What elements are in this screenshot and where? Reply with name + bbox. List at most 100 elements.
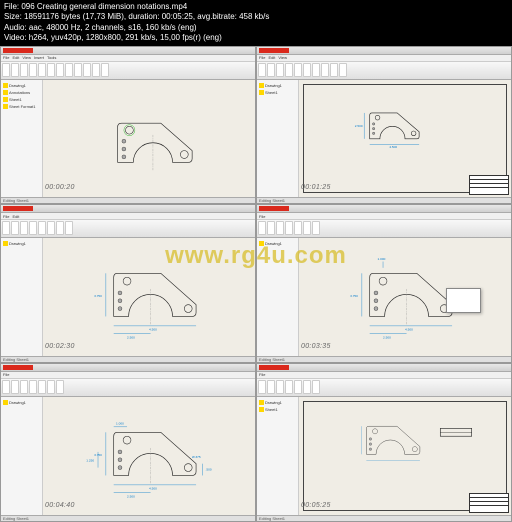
ribbon-toolbar[interactable] [257,379,511,397]
tree-item[interactable]: Drawing1 [259,240,296,247]
ribbon-btn[interactable] [321,63,329,77]
ribbon-btn[interactable] [303,221,311,235]
ribbon-toolbar[interactable] [1,379,255,397]
ribbon-btn[interactable] [38,221,46,235]
ribbon-toolbar[interactable] [1,62,255,80]
ribbon-btn[interactable] [312,221,320,235]
menu-view[interactable]: View [22,55,31,60]
menu-bar[interactable]: FileEditView [257,55,511,62]
drawing-canvas[interactable]: 4.500 2.500 3.750 1.000 .500 Ø.375 1.250… [43,397,255,515]
menu-bar[interactable]: File [257,213,511,220]
menu-file[interactable]: File [3,214,9,219]
ribbon-btn[interactable] [20,221,28,235]
ribbon-btn[interactable] [312,63,320,77]
ribbon-btn[interactable] [303,380,311,394]
menu-edit[interactable]: Edit [12,214,19,219]
ribbon-btn[interactable] [294,63,302,77]
drawing-canvas[interactable]: 4.500 2.500 3.750 1.000 Ø.375 00:03:35 [299,238,511,356]
feature-tree[interactable]: Drawing1 [257,238,299,356]
tree-item[interactable]: Sheet1 [259,406,296,413]
menu-file[interactable]: File [259,55,265,60]
ribbon-btn[interactable] [294,380,302,394]
ribbon-btn[interactable] [285,221,293,235]
ribbon-btn[interactable] [101,63,109,77]
tree-root[interactable]: Drawing1 [3,82,40,89]
menu-insert[interactable]: Insert [34,55,44,60]
ribbon-btn[interactable] [258,221,266,235]
feature-tree[interactable]: Drawing1 Sheet1 [257,80,299,198]
ribbon-toolbar[interactable] [1,220,255,238]
ribbon-btn[interactable] [56,380,64,394]
feature-tree[interactable]: Drawing1 [1,397,43,515]
ribbon-btn[interactable] [276,63,284,77]
ribbon-btn[interactable] [2,63,10,77]
drawing-canvas[interactable]: 00:05:25 [299,397,511,515]
menu-file[interactable]: File [259,372,265,377]
menu-edit[interactable]: Edit [12,55,19,60]
menu-file[interactable]: File [3,55,9,60]
ribbon-btn[interactable] [2,221,10,235]
menu-file[interactable]: File [3,372,9,377]
ribbon-btn[interactable] [29,380,37,394]
ribbon-btn[interactable] [285,63,293,77]
tree-item[interactable]: Annotations [3,89,40,96]
ribbon-btn[interactable] [2,380,10,394]
menu-tools[interactable]: Tools [47,55,56,60]
menu-file[interactable]: File [259,214,265,219]
ribbon-btn[interactable] [20,63,28,77]
ribbon-toolbar[interactable] [257,220,511,238]
feature-tree[interactable]: Drawing1 Sheet1 [257,397,299,515]
ribbon-btn[interactable] [38,380,46,394]
ribbon-btn[interactable] [65,63,73,77]
ribbon-btn[interactable] [258,380,266,394]
ribbon-btn[interactable] [47,63,55,77]
ribbon-btn[interactable] [11,221,19,235]
menu-bar[interactable]: File Edit View Insert Tools [1,55,255,62]
menu-edit[interactable]: Edit [268,55,275,60]
ribbon-btn[interactable] [65,221,73,235]
ribbon-btn[interactable] [74,63,82,77]
ribbon-btn[interactable] [20,380,28,394]
feature-tree[interactable]: Drawing1 Annotations Sheet1 Sheet Format… [1,80,43,198]
ribbon-btn[interactable] [294,221,302,235]
ribbon-btn[interactable] [56,221,64,235]
ribbon-btn[interactable] [276,380,284,394]
ribbon-btn[interactable] [267,63,275,77]
drawing-canvas[interactable]: 4.500 2.500 3.750 00:02:30 [43,238,255,356]
ribbon-btn[interactable] [11,63,19,77]
ribbon-btn[interactable] [303,63,311,77]
menu-bar[interactable]: FileEdit [1,213,255,220]
ribbon-btn[interactable] [258,63,266,77]
ribbon-toolbar[interactable] [257,62,511,80]
menu-bar[interactable]: File [257,372,511,379]
tree-item[interactable]: Sheet Format1 [3,103,40,110]
ribbon-btn[interactable] [38,63,46,77]
menu-view[interactable]: View [278,55,287,60]
ribbon-btn[interactable] [47,380,55,394]
ribbon-btn[interactable] [276,221,284,235]
menu-bar[interactable]: File [1,372,255,379]
ribbon-btn[interactable] [11,380,19,394]
tree-item[interactable]: Sheet1 [3,96,40,103]
ribbon-btn[interactable] [92,63,100,77]
feature-tree[interactable]: Drawing1 [1,238,43,356]
tree-item[interactable]: Drawing1 [259,399,296,406]
drawing-canvas[interactable]: 4.500 2.500 00:01:25 [299,80,511,198]
ribbon-btn[interactable] [267,380,275,394]
tree-item[interactable]: Drawing1 [3,240,40,247]
ribbon-btn[interactable] [267,221,275,235]
drawing-canvas[interactable]: 00:00:20 [43,80,255,198]
tree-item[interactable]: Drawing1 [259,82,296,89]
tree-item[interactable]: Sheet1 [259,89,296,96]
ribbon-btn[interactable] [339,63,347,77]
tree-item[interactable]: Drawing1 [3,399,40,406]
ribbon-btn[interactable] [330,63,338,77]
ribbon-btn[interactable] [285,380,293,394]
ribbon-btn[interactable] [312,380,320,394]
ribbon-btn[interactable] [29,221,37,235]
ribbon-btn[interactable] [47,221,55,235]
dimension-flyout[interactable] [446,288,481,313]
ribbon-btn[interactable] [56,63,64,77]
ribbon-btn[interactable] [83,63,91,77]
ribbon-btn[interactable] [29,63,37,77]
